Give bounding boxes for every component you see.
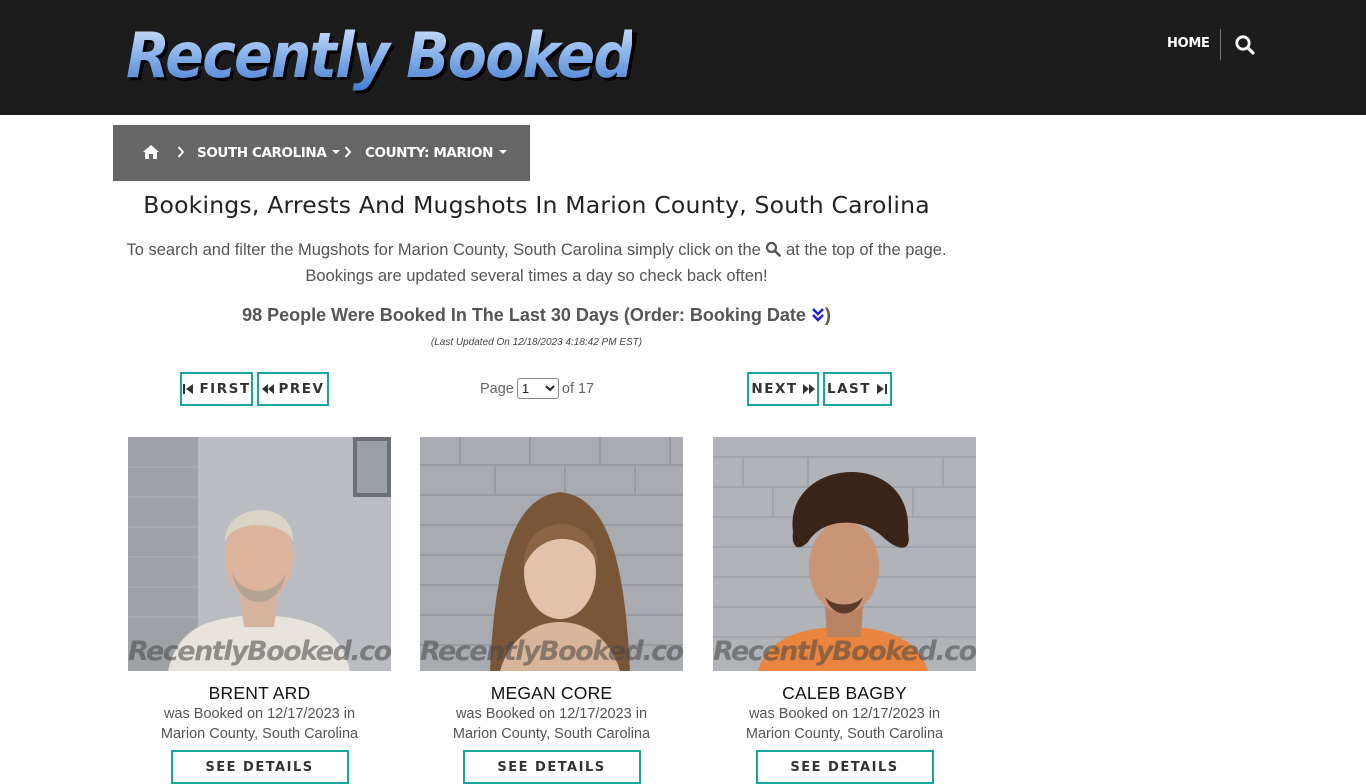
intro-text-part1: To search and filter the Mugshots for Ma… <box>126 241 761 259</box>
watermark: RecentlyBooked.com <box>420 636 683 667</box>
see-details-button[interactable]: SEE DETAILS <box>170 750 349 784</box>
booking-card: RecentlyBooked.com MEGAN CORE was Booked… <box>420 437 683 784</box>
watermark: RecentlyBooked.com <box>713 636 976 667</box>
home-icon[interactable] <box>142 144 160 160</box>
booking-card: RecentlyBooked.com BRENT ARD was Booked … <box>128 437 391 784</box>
person-name[interactable]: CALEB BAGBY <box>713 683 976 704</box>
booking-date-text: was Booked on 12/17/2023 in <box>748 706 941 722</box>
mugshot-photo[interactable]: RecentlyBooked.com <box>713 437 976 671</box>
booking-date-text: was Booked on 12/17/2023 in <box>455 706 648 722</box>
see-details-button[interactable]: SEE DETAILS <box>755 750 934 784</box>
see-details-button[interactable]: SEE DETAILS <box>462 750 641 784</box>
search-icon[interactable] <box>1234 34 1256 56</box>
booking-count-close: ) <box>824 305 831 325</box>
last-page-button[interactable]: LAST <box>823 372 892 406</box>
booking-location-text: Marion County, South Carolina <box>452 726 651 742</box>
person-name[interactable]: BRENT ARD <box>128 683 391 704</box>
booking-location-text: Marion County, South Carolina <box>745 726 944 742</box>
chevron-right-icon <box>177 145 185 159</box>
watermark: RecentlyBooked.com <box>128 636 391 667</box>
page-label: Page <box>480 380 514 397</box>
breadcrumb-state[interactable]: SOUTH CAROLINA <box>197 145 341 161</box>
intro-text-line2: Bookings are updated several times a day… <box>305 267 768 285</box>
page-select[interactable]: 1 <box>516 378 559 399</box>
booking-count: 98 People Were Booked In The Last 30 Day… <box>113 305 960 326</box>
page-selector: Page 1 of 17 <box>480 378 594 399</box>
step-forward-icon <box>876 384 887 394</box>
mugshot-photo[interactable]: RecentlyBooked.com <box>420 437 683 671</box>
booking-count-text: 98 People Were Booked In The Last 30 Day… <box>242 305 806 325</box>
search-icon <box>765 239 782 257</box>
nav-home-link[interactable]: HOME <box>1167 36 1210 51</box>
next-page-button[interactable]: NEXT <box>747 372 819 406</box>
booking-card: RecentlyBooked.com CALEB BAGBY was Booke… <box>713 437 976 784</box>
caret-down-icon <box>332 150 341 154</box>
sort-order-icon[interactable] <box>811 307 825 323</box>
chevron-right-icon <box>344 145 352 159</box>
caret-down-icon <box>499 150 508 154</box>
page-total: of 17 <box>561 380 595 397</box>
breadcrumb-county[interactable]: COUNTY: MARION <box>365 145 508 161</box>
intro-text: To search and filter the Mugshots for Ma… <box>113 237 960 289</box>
last-updated: (Last Updated On 12/18/2023 4:18:42 PM E… <box>430 337 643 348</box>
page-title: Bookings, Arrests And Mugshots In Marion… <box>143 191 930 219</box>
site-header: Recently Booked Recently Booked HOME <box>0 0 1366 115</box>
booking-date-text: was Booked on 12/17/2023 in <box>163 706 356 722</box>
breadcrumb: SOUTH CAROLINA COUNTY: MARION <box>113 125 530 181</box>
prev-page-button[interactable]: PREV <box>257 372 329 406</box>
backward-icon <box>261 384 274 394</box>
forward-icon <box>802 384 815 394</box>
booking-location-text: Marion County, South Carolina <box>160 726 359 742</box>
first-page-button[interactable]: FIRST <box>180 372 253 406</box>
person-name[interactable]: MEGAN CORE <box>420 683 683 704</box>
site-logo[interactable]: Recently Booked <box>126 18 634 94</box>
nav-divider <box>1220 29 1221 60</box>
step-backward-icon <box>183 384 194 394</box>
intro-text-part2: at the top of the page. <box>785 241 947 259</box>
mugshot-photo[interactable]: RecentlyBooked.com <box>128 437 391 671</box>
